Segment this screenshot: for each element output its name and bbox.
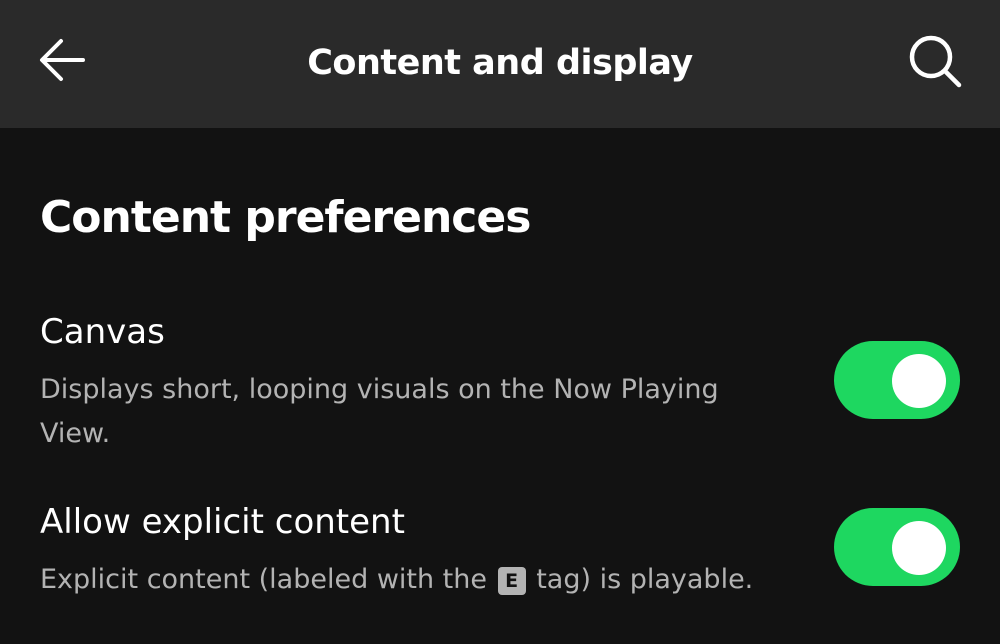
section-title: Content preferences bbox=[40, 192, 531, 243]
setting-label: Allow explicit content bbox=[40, 502, 405, 542]
setting-explicit-content: Allow explicit content Explicit content … bbox=[0, 498, 1000, 618]
back-button[interactable] bbox=[36, 36, 88, 88]
top-bar: Content and display bbox=[0, 0, 1000, 128]
setting-description: Explicit content (labeled with the E tag… bbox=[40, 558, 780, 602]
description-text: tag) is playable. bbox=[536, 564, 754, 595]
setting-description: Displays short, looping visuals on the N… bbox=[40, 374, 719, 449]
canvas-toggle[interactable] bbox=[834, 341, 960, 419]
toggle-knob bbox=[892, 521, 946, 575]
toggle-knob bbox=[892, 354, 946, 408]
description-text: Explicit content (labeled with the bbox=[40, 564, 487, 595]
page-title: Content and display bbox=[307, 43, 693, 83]
explicit-content-toggle[interactable] bbox=[834, 508, 960, 586]
explicit-tag-icon: E bbox=[497, 567, 526, 595]
search-button[interactable] bbox=[906, 34, 964, 92]
content-and-display-screen: Content and display Content preferences … bbox=[0, 0, 1000, 644]
setting-label: Canvas bbox=[40, 312, 165, 352]
setting-canvas: Canvas Displays short, looping visuals o… bbox=[0, 308, 1000, 460]
search-icon bbox=[907, 33, 963, 93]
arrow-left-icon bbox=[37, 35, 87, 89]
